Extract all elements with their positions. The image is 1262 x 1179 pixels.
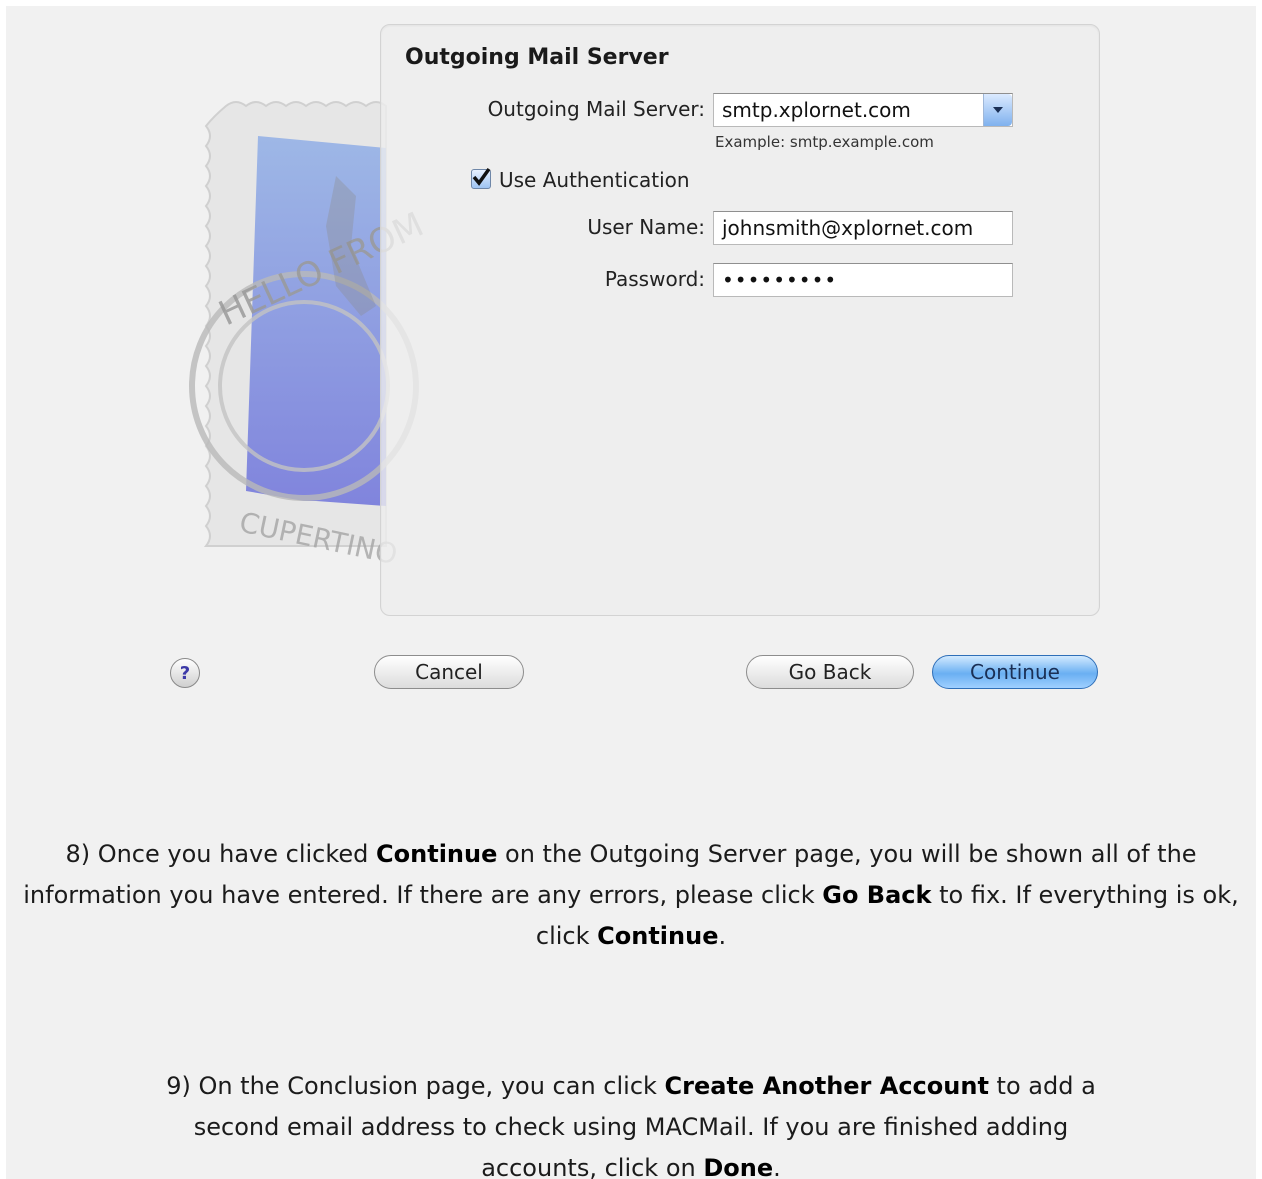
panel-title: Outgoing Mail Server <box>405 45 669 70</box>
use-authentication-label: Use Authentication <box>499 168 690 192</box>
username-field[interactable]: johnsmith@xplornet.com <box>713 211 1013 245</box>
server-dropdown-button[interactable] <box>983 94 1012 126</box>
page: HELLO FROM CUPERTINO Outgoing Mail Serve… <box>6 6 1256 1179</box>
step9-text-3: . <box>773 1154 781 1179</box>
step-8-instructions: 8) Once you have clicked Continue on the… <box>6 834 1256 957</box>
go-back-button[interactable]: Go Back <box>746 655 914 689</box>
password-field[interactable]: ••••••••• <box>713 263 1013 297</box>
chevron-down-icon <box>993 107 1003 113</box>
checkmark-icon <box>472 167 491 186</box>
cancel-button[interactable]: Cancel <box>374 655 524 689</box>
step-9-instructions: 9) On the Conclusion page, you can click… <box>6 1066 1256 1179</box>
step8-bold-continue: Continue <box>376 840 498 868</box>
username-label: User Name: <box>587 215 705 239</box>
password-label: Password: <box>604 267 705 291</box>
step9-text-1: 9) On the Conclusion page, you can click <box>166 1072 665 1100</box>
step8-bold-go-back: Go Back <box>822 881 932 909</box>
use-authentication-checkbox[interactable] <box>471 167 491 189</box>
step8-bold-continue-2: Continue <box>597 922 719 950</box>
server-value: smtp.xplornet.com <box>722 98 911 122</box>
help-icon: ? <box>179 662 191 684</box>
step9-bold-create-account: Create Another Account <box>664 1072 989 1100</box>
stamp-blue-face <box>246 136 386 506</box>
server-label: Outgoing Mail Server: <box>487 97 705 121</box>
outgoing-server-panel: Outgoing Mail Server Outgoing Mail Serve… <box>380 24 1100 616</box>
step9-bold-done: Done <box>703 1154 774 1179</box>
continue-button[interactable]: Continue <box>932 655 1098 689</box>
step8-text-4: . <box>718 922 727 950</box>
server-example-hint: Example: smtp.example.com <box>715 133 934 151</box>
server-combo-input[interactable]: smtp.xplornet.com <box>713 93 1013 127</box>
help-button[interactable]: ? <box>170 658 200 688</box>
step8-text-1: 8) Once you have clicked <box>65 840 377 868</box>
